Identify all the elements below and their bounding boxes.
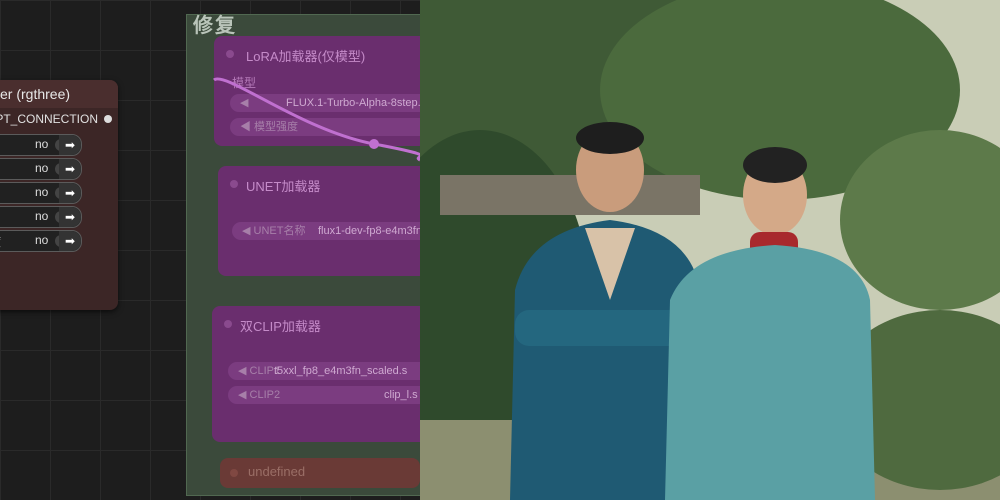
image-preview [420,0,1000,500]
link-midpoint-handle[interactable] [369,139,379,149]
old-couple-photo [420,0,1000,500]
link-path [212,77,420,162]
node-canvas[interactable]: er (rgthree) PT_CONNECTION no ➡ no ➡ no … [0,0,420,500]
link-wire [212,77,420,162]
